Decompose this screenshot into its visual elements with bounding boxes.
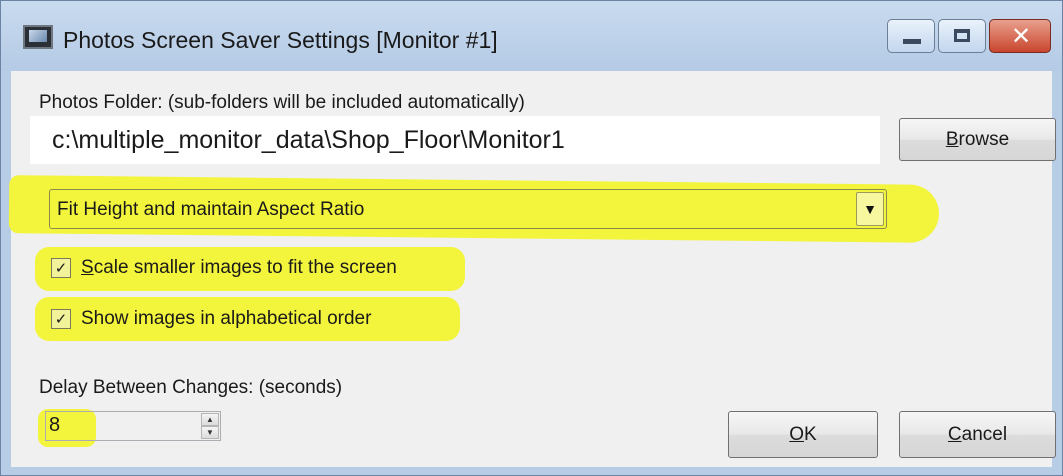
stepper-buttons: ▲ ▼ xyxy=(201,413,219,439)
cancel-mnemonic: C xyxy=(947,424,962,445)
minimize-icon xyxy=(903,39,921,44)
cancel-button[interactable]: Cancel xyxy=(899,411,1056,458)
browse-mnemonic: B xyxy=(945,129,959,150)
alphabetical-order-label[interactable]: Show images in alphabetical order xyxy=(81,308,371,330)
close-button[interactable]: ✕ xyxy=(989,19,1051,53)
ok-button[interactable]: OK xyxy=(728,411,878,458)
ok-mnemonic: O xyxy=(789,424,805,445)
scale-smaller-label[interactable]: Scale smaller images to fit the screen xyxy=(81,257,397,279)
scale-smaller-checkbox[interactable]: ✓ xyxy=(51,258,71,278)
monitor-screen-icon[interactable] xyxy=(23,25,53,49)
window-title: Photos Screen Saver Settings [Monitor #1… xyxy=(63,27,498,53)
close-icon: ✕ xyxy=(1010,22,1032,50)
dropdown-arrow-icon[interactable]: ▼ xyxy=(856,192,884,226)
cancel-label: ancel xyxy=(961,424,1008,445)
ok-label: K xyxy=(804,424,817,445)
browse-label: rowse xyxy=(958,129,1010,150)
title-bar[interactable]: Photos Screen Saver Settings [Monitor #1… xyxy=(1,1,1062,71)
stepper-up-icon[interactable]: ▲ xyxy=(201,413,219,426)
minimize-button[interactable] xyxy=(887,19,935,53)
alphabetical-order-checkbox[interactable]: ✓ xyxy=(51,309,71,329)
photos-folder-label: Photos Folder: (sub-folders will be incl… xyxy=(39,92,525,113)
settings-window: Photos Screen Saver Settings [Monitor #1… xyxy=(0,0,1063,476)
delay-label: Delay Between Changes: (seconds) xyxy=(39,377,343,398)
photos-folder-input[interactable]: c:\multiple_monitor_data\Shop_Floor\Moni… xyxy=(30,116,880,164)
delay-value[interactable]: 8 xyxy=(49,414,60,437)
scaling-mode-dropdown[interactable]: Fit Height and maintain Aspect Ratio ▼ xyxy=(49,189,887,229)
scale-smaller-text: cale smaller images to fit the screen xyxy=(93,257,397,278)
maximize-icon xyxy=(954,29,970,42)
scale-smaller-mnemonic: S xyxy=(81,257,94,278)
browse-button[interactable]: Browse xyxy=(899,118,1056,161)
scaling-mode-value: Fit Height and maintain Aspect Ratio xyxy=(57,199,365,220)
maximize-button[interactable] xyxy=(938,19,986,53)
stepper-down-icon[interactable]: ▼ xyxy=(201,426,219,439)
dialog-content: Photos Folder: (sub-folders will be incl… xyxy=(8,71,1056,467)
delay-stepper[interactable]: 8 ▲ ▼ xyxy=(45,411,221,441)
